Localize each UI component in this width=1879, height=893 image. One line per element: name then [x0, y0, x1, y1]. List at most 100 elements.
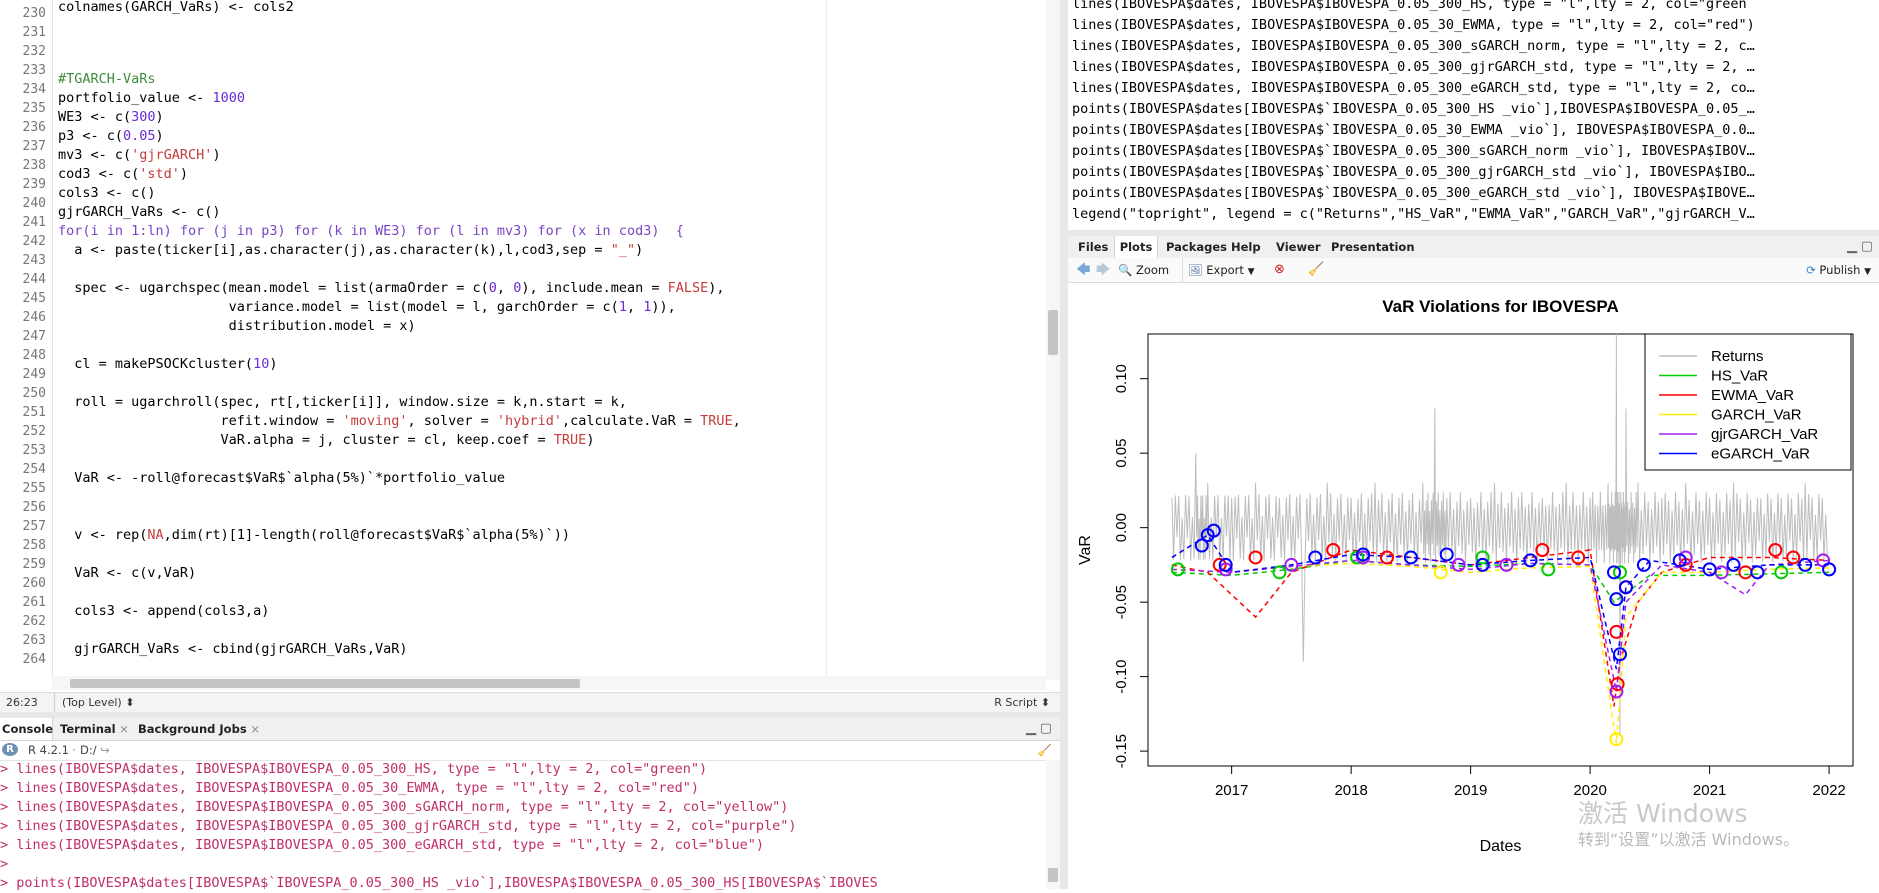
tab-presentation[interactable]: Presentation	[1331, 236, 1415, 258]
console-scrollbar[interactable]	[1046, 760, 1060, 889]
line-number: 247	[22, 329, 46, 344]
tab-packages[interactable]: Packages	[1166, 236, 1227, 258]
code-line-243: spec <- ugarchspec(mean.model = list(arm…	[58, 280, 725, 296]
minimize-icon[interactable]: ▁	[1026, 718, 1036, 740]
line-number: 233	[22, 63, 46, 78]
forward-arrow-icon[interactable]: 🡆	[1096, 258, 1110, 282]
clear-all-plots-icon[interactable]: 🧹	[1308, 258, 1324, 282]
violation-point-hs-var	[1541, 562, 1556, 577]
line-number-gutter: 2292302312322332342352362372382392402412…	[0, 0, 53, 680]
export-button[interactable]: 🖼 Export ▼	[1188, 258, 1255, 282]
code-line-236: mv3 <- c('gjrGARCH')	[58, 147, 221, 163]
legend-label: GARCH_VaR	[1711, 407, 1802, 424]
line-number: 260	[22, 576, 46, 591]
tab-help[interactable]: Help	[1231, 236, 1261, 258]
line-number: 243	[22, 253, 46, 268]
zoom-button[interactable]: 🔍 Zoom	[1118, 258, 1169, 282]
line-number: 232	[22, 44, 46, 59]
tab-files[interactable]: Files	[1078, 236, 1108, 258]
remove-plot-icon[interactable]: ⊗	[1274, 258, 1285, 282]
line-number: 240	[22, 196, 46, 211]
publish-icon: ⟳	[1806, 263, 1816, 277]
windows-activation-watermark-subtitle: 转到“设置”以激活 Windows。	[1578, 830, 1800, 849]
console-line: > lines(IBOVESPA$dates, IBOVESPA$IBOVESP…	[0, 780, 699, 796]
code-line-247: cl = makePSOCKcluster(10)	[58, 356, 278, 372]
legend-label: gjrGARCH_VaR	[1711, 426, 1818, 443]
history-line: points(IBOVESPA$dates[IBOVESPA$`IBOVESPA…	[1072, 101, 1755, 117]
line-number: 251	[22, 405, 46, 420]
margin-guide	[826, 0, 827, 676]
chart-title: VaR Violations for IBOVESPA	[1382, 297, 1618, 316]
line-number: 249	[22, 367, 46, 382]
editor-vertical-scroll-thumb[interactable]	[1048, 310, 1058, 355]
console-line: > lines(IBOVESPA$dates, IBOVESPA$IBOVESP…	[0, 761, 708, 777]
violation-point-egarch-var	[1822, 562, 1837, 577]
code-line-260: cols3 <- append(cols3,a)	[58, 603, 270, 619]
cursor-position: 26:23	[6, 696, 38, 709]
line-number: 236	[22, 120, 46, 135]
maximize-icon[interactable]: ▢	[1861, 236, 1873, 258]
working-directory[interactable]: D:/	[80, 740, 97, 760]
console-pane[interactable]: Console Terminal × Background Jobs × ▁ ▢…	[0, 718, 1060, 891]
line-number: 231	[22, 25, 46, 40]
tab-plots[interactable]: Plots	[1114, 236, 1158, 258]
scope-dropdown[interactable]: (Top Level) ⬍	[62, 693, 134, 713]
updown-icon: ⬍	[125, 696, 135, 709]
minimize-icon[interactable]: ▁	[1847, 236, 1857, 258]
y-tick-label: -0.15	[1113, 734, 1130, 768]
clear-console-icon[interactable]: 🧹	[1038, 740, 1052, 760]
editor-horizontal-scroll-thumb[interactable]	[70, 679, 580, 688]
tab-viewer[interactable]: Viewer	[1276, 236, 1321, 258]
publish-button[interactable]: ⟳ Publish ▼	[1806, 258, 1871, 282]
chevron-down-icon: ▼	[1864, 267, 1871, 277]
tab-console[interactable]: Console	[0, 718, 53, 740]
line-number: 259	[22, 557, 46, 572]
legend-label: Returns	[1711, 348, 1764, 365]
y-tick-label: -0.05	[1113, 585, 1130, 619]
magnifier-icon: 🔍	[1118, 263, 1133, 277]
tab-background-jobs[interactable]: Background Jobs ×	[138, 718, 260, 740]
line-number: 254	[22, 462, 46, 477]
line-number: 250	[22, 386, 46, 401]
code-line-253: VaR <- -roll@forecast$VaR$`alpha(5%)`*po…	[58, 470, 506, 486]
violation-point-hs-var	[1774, 565, 1789, 580]
y-tick-label: 0.10	[1113, 364, 1130, 393]
plots-toolbar: 🡄 🡆 🔍 Zoom 🖼 Export ▼ ⊗ 🧹 ⟳ Publish ▼	[1068, 258, 1879, 283]
close-icon[interactable]: ×	[119, 722, 129, 736]
go-to-directory-icon[interactable]: ↪	[100, 740, 110, 760]
console-line: > lines(IBOVESPA$dates, IBOVESPA$IBOVESP…	[0, 818, 797, 834]
line-number: 255	[22, 481, 46, 496]
code-line-235: p3 <- c(0.05)	[58, 128, 164, 144]
chevron-down-icon: ▼	[1247, 267, 1255, 277]
violation-point-garch-var	[1433, 565, 1448, 580]
code-line-250: refit.window = 'moving', solver = 'hybri…	[58, 413, 741, 429]
console-tabbar: Console Terminal × Background Jobs × ▁ ▢	[0, 718, 1060, 741]
legend-label: EWMA_VaR	[1711, 387, 1794, 404]
code-line-229: colnames(GARCH_VaRs) <- cols2	[58, 0, 294, 15]
console-line: > points(IBOVESPA$dates[IBOVESPA$`IBOVES…	[0, 875, 878, 891]
code-line-241: a <- paste(ticker[i],as.character(j),as.…	[58, 242, 644, 258]
code-line-233: portfolio_value <- 1000	[58, 90, 245, 106]
back-arrow-icon[interactable]: 🡄	[1076, 258, 1090, 282]
pane-splitter-vertical[interactable]	[1060, 0, 1068, 889]
history-line: points(IBOVESPA$dates[IBOVESPA$`IBOVESPA…	[1072, 164, 1755, 180]
code-line-240: for(i in 1:ln) for (j in p3) for (k in W…	[58, 223, 684, 239]
code-line-239: gjrGARCH_VaRs <- c()	[58, 204, 221, 220]
code-line-249: roll = ugarchroll(spec, rt[,ticker[i]], …	[58, 394, 627, 410]
history-line: points(IBOVESPA$dates[IBOVESPA$`IBOVESPA…	[1072, 122, 1755, 138]
plots-tabbar: Files Plots Packages Help Viewer Present…	[1068, 236, 1879, 259]
line-number: 239	[22, 177, 46, 192]
line-number: 244	[22, 272, 46, 287]
history-line: lines(IBOVESPA$dates, IBOVESPA$IBOVESPA_…	[1072, 38, 1755, 54]
close-icon[interactable]: ×	[250, 722, 260, 736]
line-number: 257	[22, 519, 46, 534]
source-editor[interactable]: 2292302312322332342352362372382392402412…	[0, 0, 1061, 713]
r-logo-icon: R	[2, 743, 18, 756]
line-number: 242	[22, 234, 46, 249]
y-tick-label: 0.05	[1113, 439, 1130, 468]
line-number: 241	[22, 215, 46, 230]
maximize-icon[interactable]: ▢	[1040, 718, 1052, 740]
tab-terminal[interactable]: Terminal ×	[60, 718, 129, 740]
y-axis-label: VaR	[1077, 535, 1094, 565]
file-type-dropdown[interactable]: R Script ⬍	[994, 693, 1050, 713]
